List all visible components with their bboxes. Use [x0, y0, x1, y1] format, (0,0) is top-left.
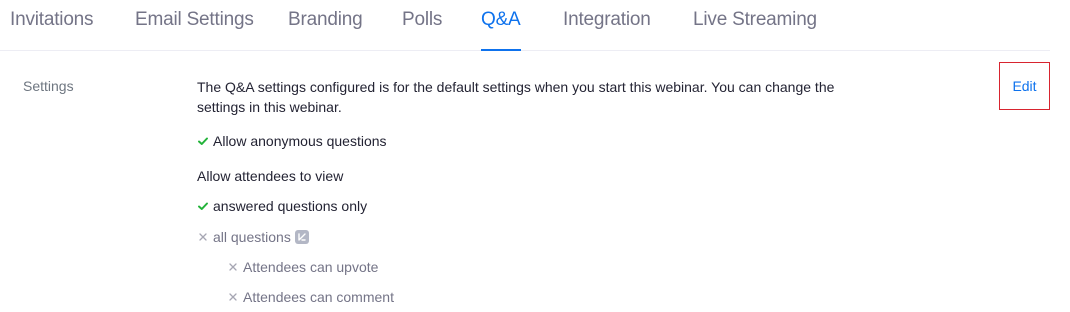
tab-branding[interactable]: Branding: [288, 9, 363, 51]
tab-live-streaming[interactable]: Live Streaming: [693, 9, 817, 51]
tab-polls[interactable]: Polls: [402, 9, 442, 51]
setting-attendees-can-upvote: Attendees can upvote: [227, 257, 378, 277]
setting-all-questions: all questions: [197, 227, 309, 247]
qa-settings-description: The Q&A settings configured is for the d…: [197, 79, 835, 115]
tab-qa[interactable]: Q&A: [481, 9, 521, 51]
info-icon[interactable]: [294, 230, 309, 244]
setting-allow-anonymous-questions: Allow anonymous questions: [197, 131, 387, 151]
setting-label: Attendees can comment: [243, 289, 394, 305]
setting-label: answered questions only: [213, 198, 368, 214]
tab-invitations[interactable]: Invitations: [10, 9, 94, 51]
edit-button-label: Edit: [1012, 78, 1037, 94]
cross-icon: [229, 263, 237, 271]
setting-heading-label: Allow attendees to view: [197, 168, 344, 184]
setting-label: Attendees can upvote: [243, 259, 379, 275]
tab-email-settings[interactable]: Email Settings: [135, 9, 254, 51]
check-icon: [198, 202, 208, 210]
setting-label: all questions: [213, 229, 291, 245]
tab-integration[interactable]: Integration: [563, 9, 651, 51]
setting-answered-questions-only: answered questions only: [197, 196, 367, 216]
settings-section-label: Settings: [23, 78, 74, 94]
setting-attendees-view-heading: Allow attendees to view: [197, 166, 343, 186]
setting-attendees-can-comment: Attendees can comment: [227, 287, 394, 307]
edit-button[interactable]: Edit: [999, 62, 1050, 110]
cross-icon: [199, 233, 207, 241]
check-icon: [198, 137, 208, 145]
setting-label: Allow anonymous questions: [213, 133, 387, 149]
settings-tabs: Invitations Email Settings Branding Poll…: [0, 0, 1050, 51]
cross-icon: [229, 293, 237, 301]
